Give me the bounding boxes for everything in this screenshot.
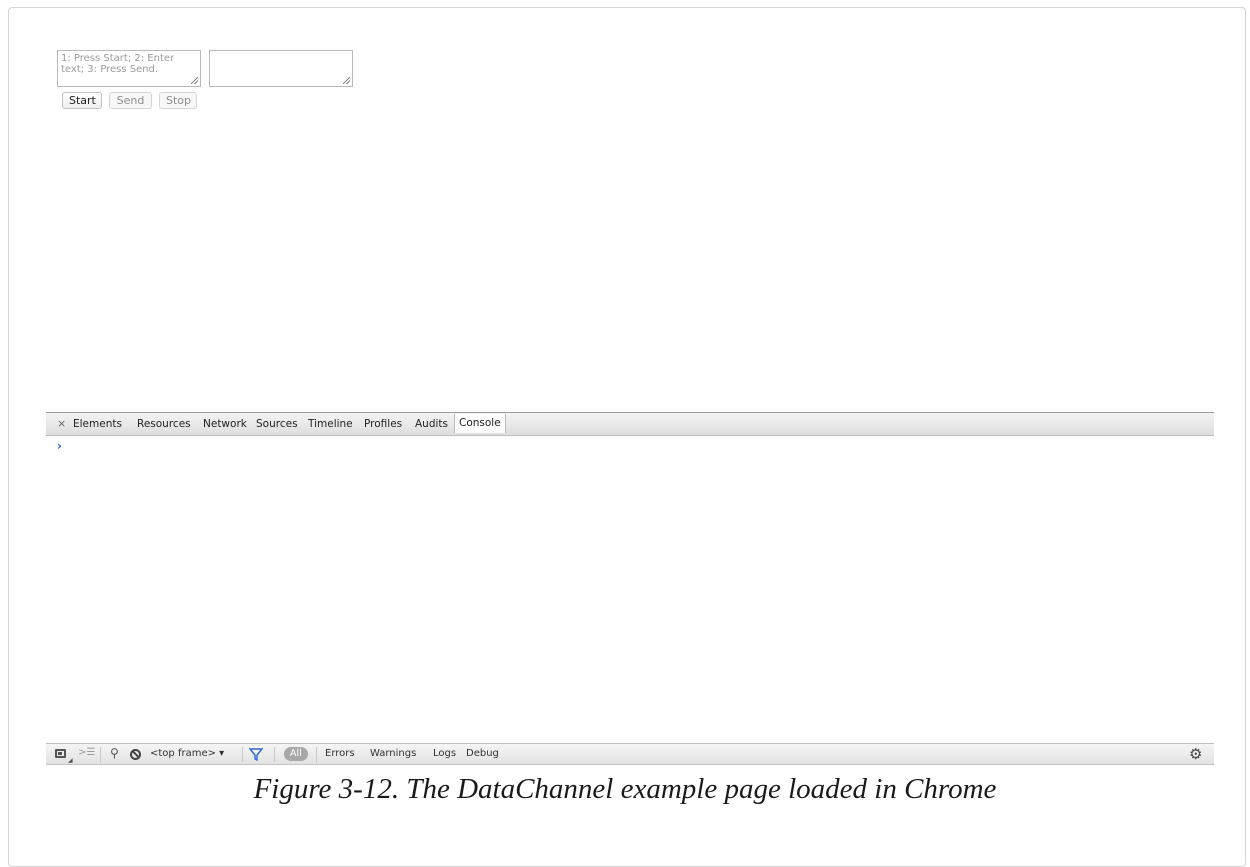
tab-audits[interactable]: Audits (415, 418, 448, 430)
tab-profiles[interactable]: Profiles (364, 418, 402, 430)
devtools-panel: × Elements Resources Network Sources Tim… (46, 412, 1214, 765)
dock-menu-indicator-icon[interactable]: ◢ (68, 757, 73, 764)
start-button[interactable]: Start (62, 92, 102, 109)
web-page: Start Send Stop (12, 10, 1214, 412)
tab-network[interactable]: Network (203, 418, 247, 430)
stop-button[interactable]: Stop (159, 92, 197, 109)
separator (100, 747, 101, 762)
tab-console[interactable]: Console (454, 414, 506, 433)
gear-icon[interactable]: ⚙ (1189, 745, 1202, 763)
dock-icon[interactable] (55, 749, 66, 758)
console-status-bar: ◢ >☰ ⚲ <top frame> ▾ All Errors Warnings… (46, 743, 1214, 765)
tab-elements[interactable]: Elements (73, 418, 122, 430)
figure-caption: Figure 3-12. The DataChannel example pag… (253, 773, 997, 805)
tab-sources[interactable]: Sources (256, 418, 298, 430)
receive-textarea[interactable] (209, 50, 353, 87)
console-prompt[interactable]: › (57, 439, 62, 453)
separator (242, 747, 243, 762)
filter-logs[interactable]: Logs (433, 748, 456, 759)
clear-console-icon[interactable] (130, 749, 141, 760)
filter-debug[interactable]: Debug (466, 748, 499, 759)
console-output[interactable]: › (46, 436, 1214, 742)
search-icon[interactable]: ⚲ (110, 746, 119, 760)
separator (274, 747, 275, 762)
separator (316, 747, 317, 762)
frame-selector[interactable]: <top frame> ▾ (150, 748, 224, 759)
filter-all[interactable]: All (284, 747, 308, 761)
filter-errors[interactable]: Errors (325, 748, 355, 759)
tab-resources[interactable]: Resources (137, 418, 191, 430)
tab-timeline[interactable]: Timeline (308, 418, 353, 430)
send-textarea[interactable] (57, 50, 201, 87)
drawer-icon[interactable]: >☰ (78, 747, 95, 758)
filter-warnings[interactable]: Warnings (370, 748, 416, 759)
devtools-tab-bar: × Elements Resources Network Sources Tim… (46, 412, 1214, 436)
close-icon[interactable]: × (57, 417, 66, 430)
send-button[interactable]: Send (109, 92, 152, 109)
